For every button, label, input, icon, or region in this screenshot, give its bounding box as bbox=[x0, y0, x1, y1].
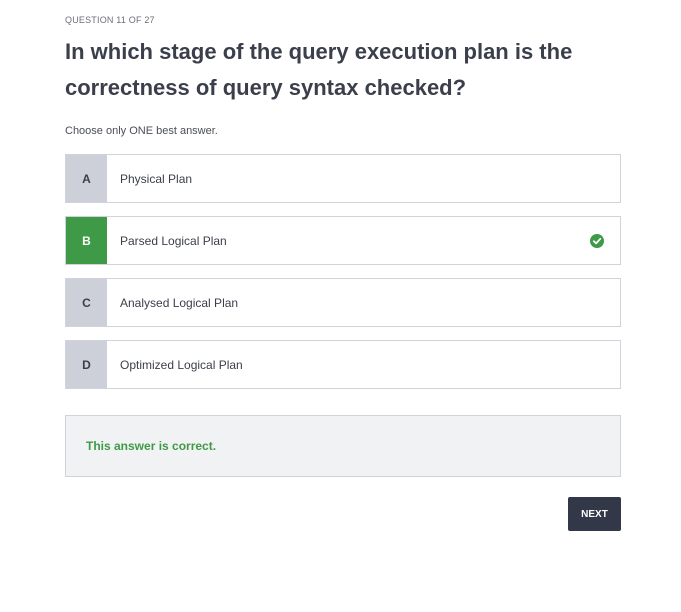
option-c[interactable]: C Analysed Logical Plan bbox=[65, 278, 621, 327]
option-letter: D bbox=[66, 341, 107, 388]
question-title: In which stage of the query execution pl… bbox=[65, 39, 573, 100]
option-b[interactable]: B Parsed Logical Plan bbox=[65, 216, 621, 265]
option-d[interactable]: D Optimized Logical Plan bbox=[65, 340, 621, 389]
option-label: Parsed Logical Plan bbox=[120, 233, 227, 248]
question-counter: QUESTION 11 OF 27 bbox=[65, 15, 155, 25]
option-label: Analysed Logical Plan bbox=[120, 295, 239, 310]
next-button[interactable]: NEXT bbox=[568, 497, 621, 531]
option-letter: B bbox=[66, 217, 107, 264]
feedback-panel: This answer is correct. bbox=[65, 415, 621, 477]
option-letter: C bbox=[66, 279, 107, 326]
option-label: Optimized Logical Plan bbox=[120, 357, 243, 372]
feedback-message: This answer is correct. bbox=[86, 439, 217, 453]
check-circle-icon bbox=[590, 233, 604, 248]
answer-instruction: Choose only ONE best answer. bbox=[65, 125, 218, 137]
option-label: Physical Plan bbox=[120, 171, 193, 186]
option-a[interactable]: A Physical Plan bbox=[65, 154, 621, 203]
answer-options: A Physical Plan B Parsed Logical Plan C … bbox=[65, 154, 621, 402]
option-letter: A bbox=[66, 155, 107, 202]
